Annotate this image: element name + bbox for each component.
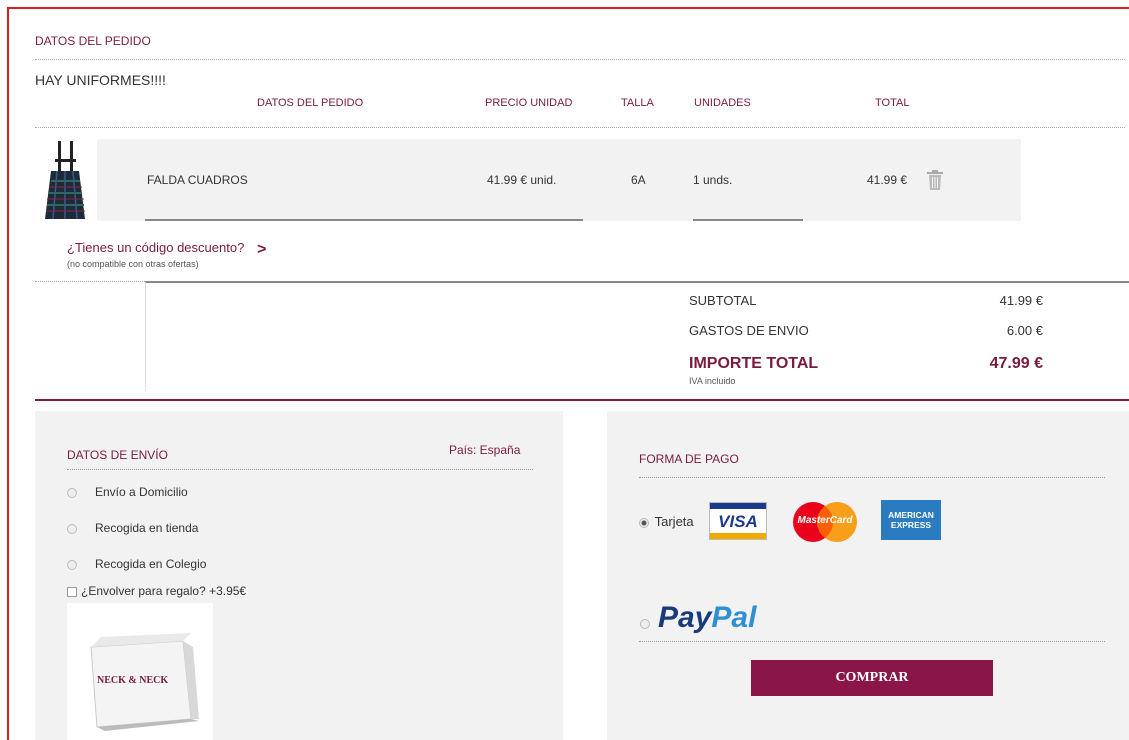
section-divider [35, 399, 1129, 401]
chevron-right-icon[interactable]: > [257, 241, 266, 259]
gift-wrap-checkbox[interactable] [67, 586, 77, 597]
shipping-option-home[interactable]: Envío a Domicilio [67, 485, 188, 499]
divider [639, 641, 1105, 642]
item-unit-price: 41.99 € unid. [487, 173, 557, 187]
subtotal-label: SUBTOTAL [689, 293, 757, 308]
payment-option-card[interactable]: Tarjeta [639, 514, 694, 529]
divider [67, 469, 533, 470]
mastercard-icon: MasterCard [791, 501, 859, 543]
totals-box [145, 281, 1129, 391]
page-frame: DATOS DEL PEDIDO HAY UNIFORMES!!!! DATOS… [7, 7, 1129, 740]
shipping-title: DATOS DE ENVÍO [67, 448, 168, 462]
subtotal-value: 41.99 € [999, 293, 1043, 308]
gift-wrap-option[interactable]: ¿Envolver para regalo? +3.95€ [67, 584, 246, 598]
payment-option-paypal[interactable] [640, 615, 650, 633]
discount-code-link[interactable]: ¿Tienes un código descuento? [67, 240, 244, 255]
item-units: 1 unds. [693, 173, 733, 187]
radio-button[interactable] [640, 618, 650, 629]
discount-note: (no compatible con otras ofertas) [67, 259, 199, 269]
skirt-thumbnail[interactable] [33, 139, 97, 221]
gift-box-image: NECK & NECK [67, 603, 213, 740]
col-header-units: UNIDADES [694, 97, 751, 109]
order-section-title: DATOS DEL PEDIDO [35, 34, 151, 48]
vat-note: IVA incluido [689, 376, 736, 386]
buy-button[interactable]: COMPRAR [751, 660, 993, 696]
item-name: FALDA CUADROS [147, 173, 248, 187]
grand-total-label: IMPORTE TOTAL [689, 355, 819, 372]
divider [639, 477, 1105, 478]
trash-icon[interactable] [926, 170, 944, 195]
shipping-cost-value: 6.00 € [1006, 323, 1043, 338]
shipping-cost-label: GASTOS DE ENVIO [689, 323, 809, 338]
col-header-product: DATOS DEL PEDIDO [257, 97, 364, 109]
col-header-total: TOTAL [875, 97, 910, 109]
paypal-logo[interactable]: PayPal [658, 601, 756, 635]
shipping-option-school[interactable]: Recogida en Colegio [67, 557, 206, 571]
gift-box-brand: NECK & NECK [97, 675, 169, 686]
radio-button[interactable] [67, 559, 77, 570]
item-total: 41.99 € [867, 173, 908, 187]
grand-total-value: 47.99 € [989, 355, 1043, 372]
amex-icon: AMERICAN EXPRESS [881, 500, 941, 540]
radio-button[interactable] [67, 523, 77, 534]
radio-button[interactable] [639, 517, 649, 528]
item-size: 6A [631, 173, 646, 187]
divider [35, 127, 1125, 128]
visa-icon: VISA [709, 502, 767, 540]
divider [35, 59, 1125, 60]
col-header-unit-price: PRECIO UNIDAD [485, 97, 573, 109]
divider [145, 219, 583, 221]
radio-button[interactable] [67, 487, 77, 498]
payment-title: FORMA DE PAGO [639, 452, 739, 466]
shipping-country: País: España [449, 443, 521, 457]
shipping-option-store[interactable]: Recogida en tienda [67, 521, 198, 535]
divider [693, 219, 803, 221]
col-header-size: TALLA [621, 97, 654, 109]
order-heading: HAY UNIFORMES!!!! [35, 72, 166, 88]
